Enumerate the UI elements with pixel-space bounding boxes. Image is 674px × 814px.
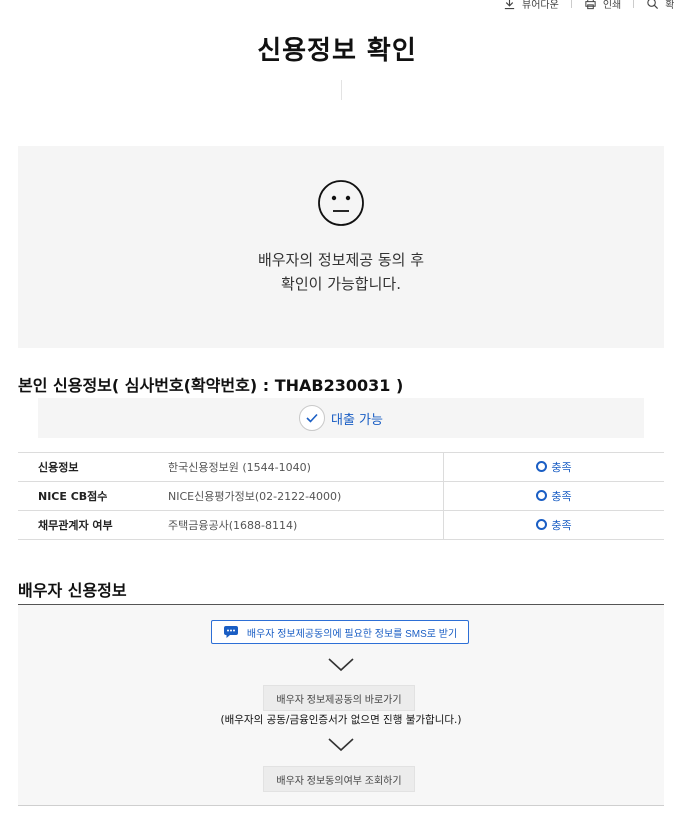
status-label: 충족 [551, 519, 572, 532]
print-label: 인쇄 [602, 0, 622, 11]
chevron-down-icon [328, 738, 354, 752]
search-icon [647, 0, 659, 9]
check-circle-icon [299, 405, 325, 431]
table-row: 채무관계자 여부 주택금융공사(1688-8114) 충족 [18, 510, 664, 540]
self-credit-heading: 본인 신용정보( 심사번호(확약번호) : THAB230031 ) [18, 376, 404, 395]
printer-icon [585, 0, 596, 9]
notice-text-line1: 배우자의 정보제공 동의 후 [257, 251, 425, 269]
circle-icon [536, 519, 548, 530]
status-label: 충족 [551, 461, 572, 474]
circle-icon [536, 461, 548, 472]
toolbar-divider [633, 0, 635, 8]
credit-check-table: 신용정보 한국신용정보원 (1544-1040) 충족 NICE CB점수 NI… [18, 452, 664, 540]
sms-request-button[interactable]: 배우자 정보제공동의에 필요한 정보를 SMS로 받기 [211, 620, 469, 644]
notice-text-line2: 확인이 가능합니다. [281, 275, 401, 293]
zoom-button[interactable]: 확 [646, 0, 674, 11]
certificate-notice: (배우자의 공동/금융인증서가 없으면 진행 불가합니다.) [220, 714, 462, 726]
consent-notice-panel: 배우자의 정보제공 동의 후 확인이 가능합니다. [18, 146, 664, 348]
circle-icon [536, 490, 548, 501]
top-toolbar: 뷰어다운 인쇄 확 [503, 0, 674, 12]
row-status: 충족 [443, 452, 664, 482]
title-divider [341, 80, 342, 100]
row-label: 채무관계자 여부 [18, 510, 168, 540]
spouse-credit-heading: 배우자 신용정보 [18, 581, 127, 600]
spouse-consent-link-button[interactable]: 배우자 정보제공동의 바로가기 [263, 685, 415, 711]
row-label: 신용정보 [18, 452, 168, 482]
row-label: NICE CB점수 [18, 481, 168, 511]
status-label: 충족 [551, 490, 572, 503]
table-row: 신용정보 한국신용정보원 (1544-1040) 충족 [18, 452, 664, 482]
chat-bubble-icon [223, 626, 238, 638]
loan-result-bar: 대출 가능 [38, 398, 644, 438]
consent-status-check-button[interactable]: 배우자 정보동의여부 조회하기 [263, 766, 415, 792]
check-button-label: 배우자 정보동의여부 조회하기 [276, 775, 402, 787]
row-agency: 한국신용정보원 (1544-1040) [168, 452, 444, 482]
spouse-consent-panel: 배우자 정보제공동의에 필요한 정보를 SMS로 받기 배우자 정보제공동의 바… [18, 605, 664, 806]
page-title: 신용정보 확인 [257, 36, 417, 66]
row-status: 충족 [443, 510, 664, 540]
chevron-down-icon [328, 658, 354, 672]
consent-button-label: 배우자 정보제공동의 바로가기 [276, 694, 402, 706]
row-status: 충족 [443, 481, 664, 511]
viewer-download-button[interactable]: 뷰어다운 [503, 0, 559, 11]
download-icon [504, 0, 515, 9]
neutral-face-icon [318, 180, 364, 226]
toolbar-divider [570, 0, 572, 8]
zoom-label: 확 [665, 0, 674, 11]
viewer-download-label: 뷰어다운 [522, 0, 559, 11]
sms-button-label: 배우자 정보제공동의에 필요한 정보를 SMS로 받기 [246, 628, 458, 640]
print-button[interactable]: 인쇄 [584, 0, 621, 11]
loan-result-text: 대출 가능 [331, 412, 383, 428]
table-row: NICE CB점수 NICE신용평가정보(02-2122-4000) 충족 [18, 481, 664, 511]
row-agency: 주택금융공사(1688-8114) [168, 510, 444, 540]
row-agency: NICE신용평가정보(02-2122-4000) [168, 481, 444, 511]
